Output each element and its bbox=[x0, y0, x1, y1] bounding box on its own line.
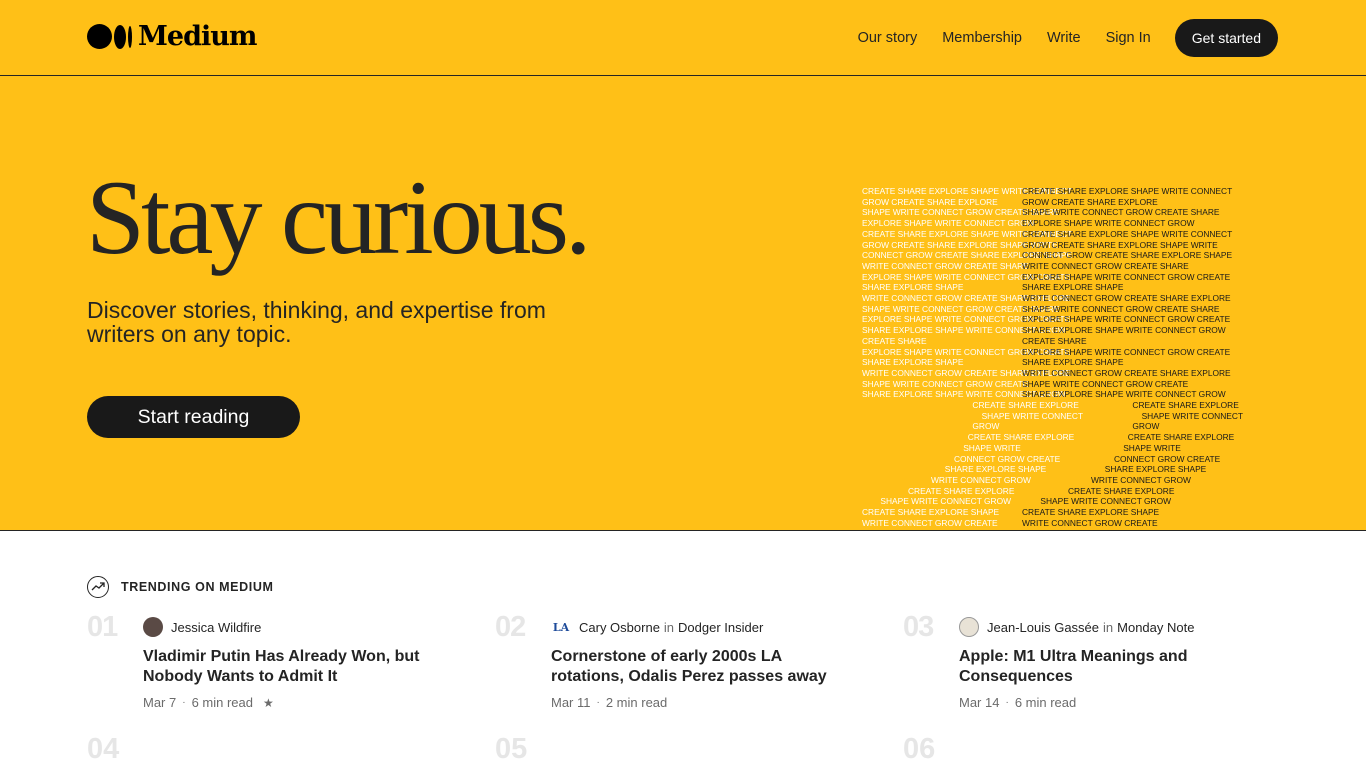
story-title[interactable]: Apple: M1 Ultra Meanings and Consequence… bbox=[959, 647, 1259, 687]
word-art-line: SHAPE WRITE CONNECT GROW CREATE SHARE bbox=[1022, 207, 1220, 218]
word-art-line: EXPLORE SHAPE WRITE CONNECT GROW CREATE bbox=[1022, 346, 1231, 357]
trending-number: 04 bbox=[87, 733, 120, 765]
word-art-line: CREATE SHARE bbox=[1022, 335, 1087, 346]
word-art-line: GROW bbox=[1132, 421, 1160, 432]
word-art-line: SHARE EXPLORE SHAPE WRITE CONNECT GROW bbox=[1022, 325, 1226, 336]
separator-dot: · bbox=[182, 697, 186, 708]
word-art-line: SHARE EXPLORE SHAPE bbox=[1022, 282, 1124, 293]
word-art-line: EXPLORE SHAPE WRITE CONNECT GROW bbox=[1022, 218, 1195, 229]
nav-our-story[interactable]: Our story bbox=[858, 19, 918, 57]
start-reading-button[interactable]: Start reading bbox=[87, 396, 300, 438]
word-art-line: SHAPE WRITE CONNECT GROW CREATE SHARE bbox=[1022, 303, 1220, 314]
trending-number: 01 bbox=[87, 611, 118, 643]
word-art-line: SHARE EXPLORE SHAPE bbox=[1022, 357, 1124, 368]
word-art-line: SHAPE WRITE CONNECT GROW CREATE bbox=[1022, 378, 1189, 389]
trending-icon bbox=[87, 576, 109, 598]
word-art-line: WRITE CONNECT GROW CREATE SHARE EXPLORE bbox=[1022, 367, 1231, 378]
trending-header: TRENDING ON MEDIUM bbox=[87, 576, 273, 598]
publication-avatar[interactable]: LA bbox=[551, 617, 571, 637]
trending-number: 06 bbox=[903, 733, 936, 765]
hero-title: Stay curious. bbox=[86, 159, 591, 276]
medium-logo-icon bbox=[87, 24, 132, 49]
story-date: Mar 14 bbox=[959, 695, 1000, 710]
word-art-line: WRITE CONNECT GROW CREATE SHARE bbox=[1022, 260, 1189, 271]
nav-links: Our story Membership Write Sign In Get s… bbox=[858, 19, 1278, 57]
nav-write[interactable]: Write bbox=[1047, 19, 1081, 57]
author-avatar[interactable] bbox=[143, 617, 163, 637]
read-time: 6 min read bbox=[191, 695, 253, 710]
word-art-line: CREATE SHARE EXPLORE SHAPE WRITE CONNECT bbox=[1022, 228, 1233, 239]
separator-dot: · bbox=[1005, 697, 1009, 708]
read-time: 2 min read bbox=[605, 695, 668, 710]
author-name[interactable]: Cary Osborne bbox=[579, 620, 660, 635]
word-art-line: SHARE EXPLORE SHAPE bbox=[1104, 464, 1207, 475]
member-star-icon: ★ bbox=[263, 695, 274, 710]
hero-subtitle: Discover stories, thinking, and expertis… bbox=[87, 297, 546, 347]
author-name[interactable]: Jean-Louis Gassée bbox=[987, 620, 1099, 635]
story-title[interactable]: Vladimir Putin Has Already Won, but Nobo… bbox=[143, 647, 443, 687]
publication-name[interactable]: Dodger Insider bbox=[678, 620, 763, 635]
in-label: in bbox=[1103, 619, 1114, 635]
story-date: Mar 7 bbox=[143, 695, 177, 710]
word-art-line: CONNECT GROW CREATE bbox=[1114, 453, 1221, 464]
word-art-line: SHAPE WRITE CONNECT bbox=[1141, 410, 1244, 421]
word-art-line: EXPLORE SHAPE WRITE CONNECT GROW CREATE bbox=[1022, 314, 1231, 325]
word-art-line: SHAPE WRITE bbox=[1123, 442, 1181, 453]
word-art-line: WRITE CONNECT GROW CREATE bbox=[1022, 517, 1158, 528]
word-art-line: WRITE CONNECT GROW bbox=[1091, 474, 1191, 485]
hero-section: Medium Our story Membership Write Sign I… bbox=[0, 0, 1366, 531]
logo-text: Medium bbox=[138, 21, 257, 52]
word-art-right: CREATE SHARE EXPLORE SHAPE WRITE CONNECT… bbox=[1022, 186, 1243, 529]
word-art-line: WRITE CONNECT GROW CREATE SHARE EXPLORE bbox=[1022, 293, 1231, 304]
word-art-line: CONNECT GROW CREATE SHARE EXPLORE SHAPE bbox=[1022, 250, 1233, 261]
trending-number: 03 bbox=[903, 611, 934, 643]
word-art-line: CREATE SHARE EXPLORE SHAPE bbox=[1022, 507, 1160, 518]
story-title[interactable]: Cornerstone of early 2000s LA rotations,… bbox=[551, 647, 851, 687]
read-time: 6 min read bbox=[1014, 695, 1077, 710]
word-art-line: GROW CREATE SHARE EXPLORE SHAPE WRITE bbox=[1022, 239, 1218, 250]
top-navigation-bar: Medium Our story Membership Write Sign I… bbox=[0, 0, 1366, 76]
word-art-line: CREATE SHARE EXPLORE bbox=[1132, 400, 1239, 411]
nav-membership[interactable]: Membership bbox=[942, 19, 1022, 57]
get-started-button[interactable]: Get started bbox=[1174, 19, 1278, 57]
story-date: Mar 11 bbox=[551, 695, 591, 710]
author-avatar[interactable] bbox=[959, 617, 979, 637]
word-art-line: SHAPE WRITE CONNECT GROW bbox=[1040, 496, 1171, 507]
author-name[interactable]: Jessica Wildfire bbox=[171, 620, 261, 635]
trending-number: 02 bbox=[495, 611, 526, 643]
word-art-line: SHARE EXPLORE SHAPE WRITE CONNECT GROW bbox=[1022, 389, 1226, 400]
word-art-line: GROW CREATE SHARE EXPLORE bbox=[1022, 196, 1158, 207]
word-art-line: CREATE SHARE EXPLORE bbox=[1068, 485, 1175, 496]
hero-word-art: CREATE SHARE EXPLORE SHAPE WRITE CONNECT… bbox=[860, 186, 1260, 531]
in-label: in bbox=[663, 619, 675, 635]
medium-logo[interactable]: Medium bbox=[87, 21, 257, 52]
publication-name[interactable]: Monday Note bbox=[1117, 620, 1194, 635]
trending-label: TRENDING ON MEDIUM bbox=[121, 580, 274, 594]
trending-number: 05 bbox=[495, 733, 528, 765]
word-art-line: EXPLORE SHAPE WRITE CONNECT GROW CREATE bbox=[1022, 271, 1231, 282]
nav-sign-in[interactable]: Sign In bbox=[1106, 19, 1151, 57]
word-art-line: CREATE SHARE EXPLORE bbox=[1127, 432, 1235, 443]
separator-dot: · bbox=[596, 697, 600, 708]
word-art-line: CREATE SHARE EXPLORE SHAPE WRITE CONNECT bbox=[1022, 186, 1233, 196]
